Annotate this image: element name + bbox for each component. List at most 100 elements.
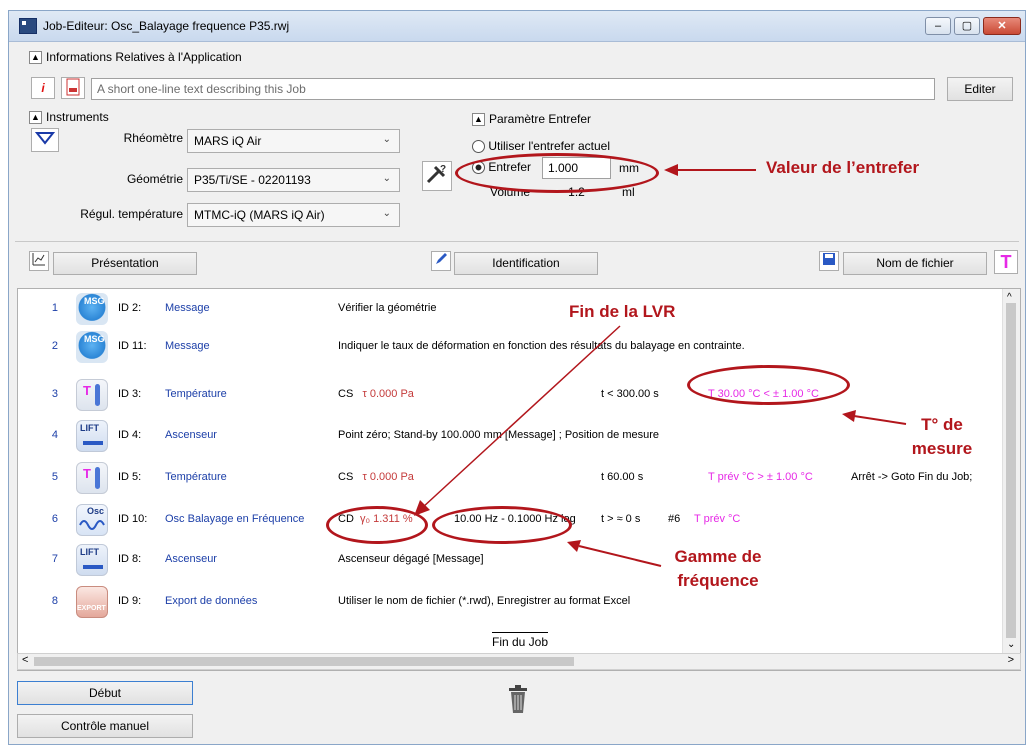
step-name[interactable]: Ascenseur (165, 553, 217, 565)
lvr-arrow-icon (414, 325, 621, 516)
text-t-icon[interactable]: T (994, 250, 1018, 274)
trash-icon[interactable] (507, 684, 529, 714)
points-count: #6 (668, 513, 681, 525)
temp-control-label: Régul. température (80, 207, 183, 221)
thermometer-icon: T (76, 379, 108, 411)
list-item[interactable]: 8 EXPORT ID 9: Export de données Utilise… (18, 582, 1020, 622)
edit-button[interactable]: Editer (947, 77, 1013, 101)
radio-unselected-icon (472, 140, 485, 154)
step-number: 2 (51, 340, 58, 352)
step-name[interactable]: Export de données (165, 595, 257, 607)
step-temperature: T prév °C > ± 1.00 °C (708, 471, 813, 483)
temperature-highlight (687, 365, 850, 405)
export-icon: EXPORT (76, 586, 108, 618)
gap-highlight (455, 153, 659, 193)
chevron-down-icon: ⌄ (382, 134, 391, 145)
frequency-highlight (432, 506, 572, 544)
temperature-arrow-icon (842, 410, 907, 425)
minimize-button[interactable]: – (925, 17, 951, 35)
step-number: 1 (51, 302, 58, 314)
chevron-down-icon: ⌄ (382, 173, 391, 184)
start-button[interactable]: Début (17, 681, 193, 705)
lift-icon: LIFT (76, 544, 108, 576)
scroll-left-icon[interactable]: < (22, 654, 28, 666)
lift-icon: LIFT (76, 420, 108, 452)
step-name[interactable]: Message (165, 302, 210, 314)
step-condition: Arrêt -> Goto Fin du Job; (851, 471, 973, 483)
temperature-annotation: T° de mesure (911, 415, 973, 458)
oscillation-icon: Osc (76, 504, 108, 536)
step-params: Ascenseur dégagé [Message] (338, 553, 484, 565)
message-icon: MSG (76, 293, 108, 325)
rheometer-select[interactable]: MARS iQ Air ⌄ (187, 129, 400, 153)
scroll-right-icon[interactable]: > (1008, 654, 1014, 666)
close-button[interactable]: ✕ (983, 17, 1021, 35)
collapse-icon: ▲ (29, 111, 42, 125)
presentation-button[interactable]: Présentation (53, 252, 197, 275)
horizontal-scrollbar[interactable]: < > (17, 653, 1021, 670)
instruments-title: Instruments (46, 110, 109, 124)
job-description-field[interactable]: A short one-line text describing this Jo… (91, 78, 935, 100)
step-params: Vérifier la géométrie (338, 302, 437, 314)
app-icon (19, 18, 37, 34)
lvr-annotation: Fin de la LVR (569, 302, 676, 321)
gap-header[interactable]: ▲ Paramètre Entrefer (472, 112, 592, 127)
geometry-tool-icon[interactable]: ? (422, 161, 452, 191)
step-id: ID 11: (118, 340, 147, 352)
edit-pencil-icon (431, 251, 451, 271)
step-number: 6 (51, 513, 58, 525)
instruments-header[interactable]: ▲ Instruments (29, 110, 109, 125)
strain-highlight (326, 506, 428, 544)
presentation-icon (29, 251, 49, 271)
step-number: 5 (51, 471, 58, 483)
step-params: Utiliser le nom de fichier (*.rwd), Enre… (338, 595, 631, 607)
pdf-icon[interactable] (61, 77, 85, 99)
step-number: 3 (51, 388, 58, 400)
info-icon[interactable]: i (31, 77, 55, 99)
gap-annotation: Valeur de l’entrefer (766, 158, 920, 177)
geometry-select[interactable]: P35/Ti/SE - 02201193 ⌄ (187, 168, 400, 192)
window-title: Job-Editeur: Osc_Balayage frequence P35.… (43, 19, 290, 33)
step-name[interactable]: Message (165, 340, 210, 352)
step-number: 8 (51, 595, 58, 607)
list-item[interactable]: 7 LIFT ID 8: Ascenseur Ascenseur dégagé … (18, 540, 1020, 580)
divider (15, 241, 1019, 242)
instrument-icon[interactable] (31, 128, 59, 152)
step-number: 4 (51, 429, 58, 441)
step-name[interactable]: Ascenseur (165, 429, 217, 441)
svg-text:?: ? (440, 164, 446, 175)
filename-button[interactable]: Nom de fichier (843, 252, 987, 275)
step-name[interactable]: Température (165, 471, 227, 483)
save-disk-icon (819, 251, 839, 271)
end-of-job-label: Fin du Job (492, 632, 549, 649)
step-id: ID 4: (118, 429, 142, 441)
step-name[interactable]: Température (165, 388, 227, 400)
step-name[interactable]: Osc Balayage en Fréquence (165, 513, 304, 525)
gap-arrow-icon (664, 164, 756, 176)
frequency-range-annotation: Gamme de fréquence (674, 547, 762, 590)
step-id: ID 5: (118, 471, 142, 483)
step-temperature: T prév °C (694, 513, 741, 525)
thermometer-icon: T (76, 462, 108, 494)
frequency-arrow-icon (567, 540, 662, 567)
step-id: ID 9: (118, 595, 142, 607)
temp-control-select[interactable]: MTMC-iQ (MARS iQ Air) ⌄ (187, 203, 400, 227)
maximize-button[interactable]: ▢ (954, 17, 980, 35)
scroll-thumb-h[interactable] (34, 657, 574, 666)
collapse-icon: ▲ (472, 113, 485, 127)
collapse-icon: ▲ (29, 51, 42, 65)
step-number: 7 (51, 553, 58, 565)
rheometer-label: Rhéomètre (123, 131, 183, 145)
radio-current-gap[interactable]: Utiliser l'entrefer actuel (472, 139, 611, 154)
gap-title: Paramètre Entrefer (489, 112, 592, 126)
identification-button[interactable]: Identification (454, 252, 598, 275)
geometry-label: Géométrie (126, 172, 183, 186)
radio-current-label: Utiliser l'entrefer actuel (488, 139, 611, 153)
app-info-header[interactable]: ▲ Informations Relatives à l'Application (29, 50, 242, 65)
step-id: ID 8: (118, 553, 142, 565)
message-icon: MSG (76, 331, 108, 363)
step-id: ID 3: (118, 388, 142, 400)
manual-control-button[interactable]: Contrôle manuel (17, 714, 193, 738)
scroll-down-icon[interactable]: ⌄ (1007, 639, 1015, 650)
step-id: ID 2: (118, 302, 142, 314)
